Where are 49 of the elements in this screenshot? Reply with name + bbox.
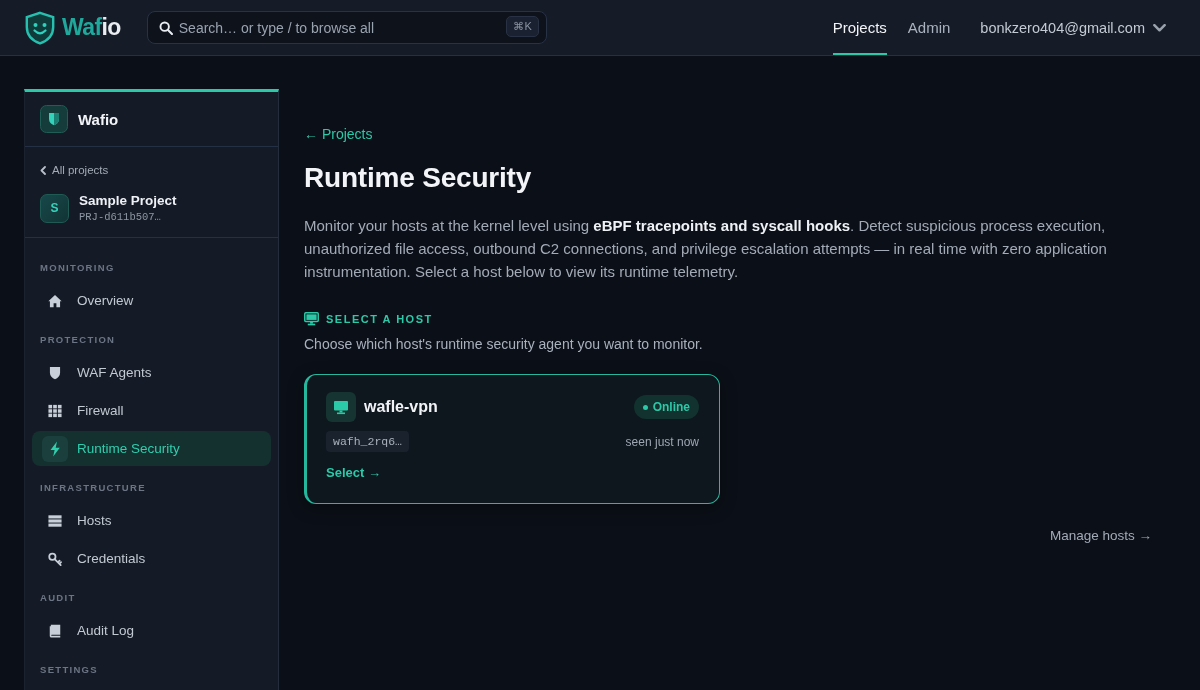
- shield-logo-icon: [24, 10, 56, 45]
- nav-tab[interactable]: Admin: [907, 0, 951, 55]
- book-icon: [48, 623, 62, 638]
- sidebar-item[interactable]: Credentials: [32, 541, 271, 576]
- section-subtitle: Choose which host's runtime security agent you want to monitor.: [304, 335, 703, 353]
- shield-icon: [40, 105, 68, 133]
- back-to-projects-link[interactable]: ← Projects: [304, 125, 373, 143]
- section-heading: SELECT A HOST: [326, 312, 433, 326]
- monitor-icon: [304, 312, 319, 326]
- nav-tab[interactable]: Projects: [832, 0, 887, 55]
- shortcut-hint: ⌘K: [506, 16, 539, 37]
- sidebar-item[interactable]: Runtime Security: [32, 431, 271, 466]
- project-avatar: S: [40, 193, 69, 223]
- sidebar-item[interactable]: Overview: [32, 283, 271, 318]
- select-link[interactable]: Select →: [326, 465, 381, 480]
- server-icon: [48, 513, 62, 528]
- page-title: Runtime Security: [304, 161, 532, 195]
- status-dot-icon: [642, 404, 648, 410]
- section-heading: SETTINGS: [40, 663, 98, 677]
- shield-icon: [48, 365, 62, 380]
- status-text: Online: [652, 400, 690, 414]
- key-icon: [48, 551, 62, 566]
- page-description: Monitor your hosts at the kernel level using eBPF tracepoints and syscall hooks. Detect suspicious process execution, unauthorized file access, outbound C2 connections, and privilege escalation attempts — in real time with zero application instrumentation. Select a host below to view its runtime telemetry.: [304, 216, 1108, 282]
- monitor-icon: [326, 392, 356, 422]
- search-icon: [158, 21, 173, 35]
- project-id: PRJ-d611b507…: [79, 211, 161, 223]
- logo-text: Wafio: [62, 14, 121, 41]
- chevron-down-icon: [1153, 23, 1166, 32]
- sidebar-item[interactable]: WAF Agents: [32, 355, 271, 390]
- sidebar-item[interactable]: Firewall: [32, 393, 271, 428]
- host-id-chip: wafh_2rq6…: [326, 431, 409, 452]
- section-heading: INFRASTRUCTURE: [40, 481, 146, 495]
- manage-hosts-link[interactable]: Manage hosts →: [1049, 528, 1152, 543]
- sidebar-item[interactable]: Hosts: [32, 503, 271, 538]
- home-icon: [48, 293, 62, 308]
- section-heading: MONITORING: [40, 261, 115, 275]
- section-heading: AUDIT: [40, 591, 76, 605]
- last-seen-text: seen just now: [625, 434, 699, 449]
- host-name: wafle-vpn: [364, 398, 438, 416]
- lightning-bolt-icon: [42, 435, 68, 462]
- section-heading: PROTECTION: [40, 333, 116, 347]
- host-card[interactable]: wafle-vpn Online wafh_2rq6… seen just now Select →: [304, 374, 720, 504]
- workspace-name: Wafio: [78, 110, 119, 128]
- account-menu[interactable]: bonkzero404@gmail.com: [980, 19, 1166, 36]
- project-name: Sample Project: [79, 193, 177, 208]
- grid-icon: [48, 403, 62, 418]
- all-projects-link[interactable]: All projects: [40, 163, 109, 177]
- sidebar-item[interactable]: Audit Log: [32, 613, 271, 648]
- chevron-left-icon: [40, 165, 46, 175]
